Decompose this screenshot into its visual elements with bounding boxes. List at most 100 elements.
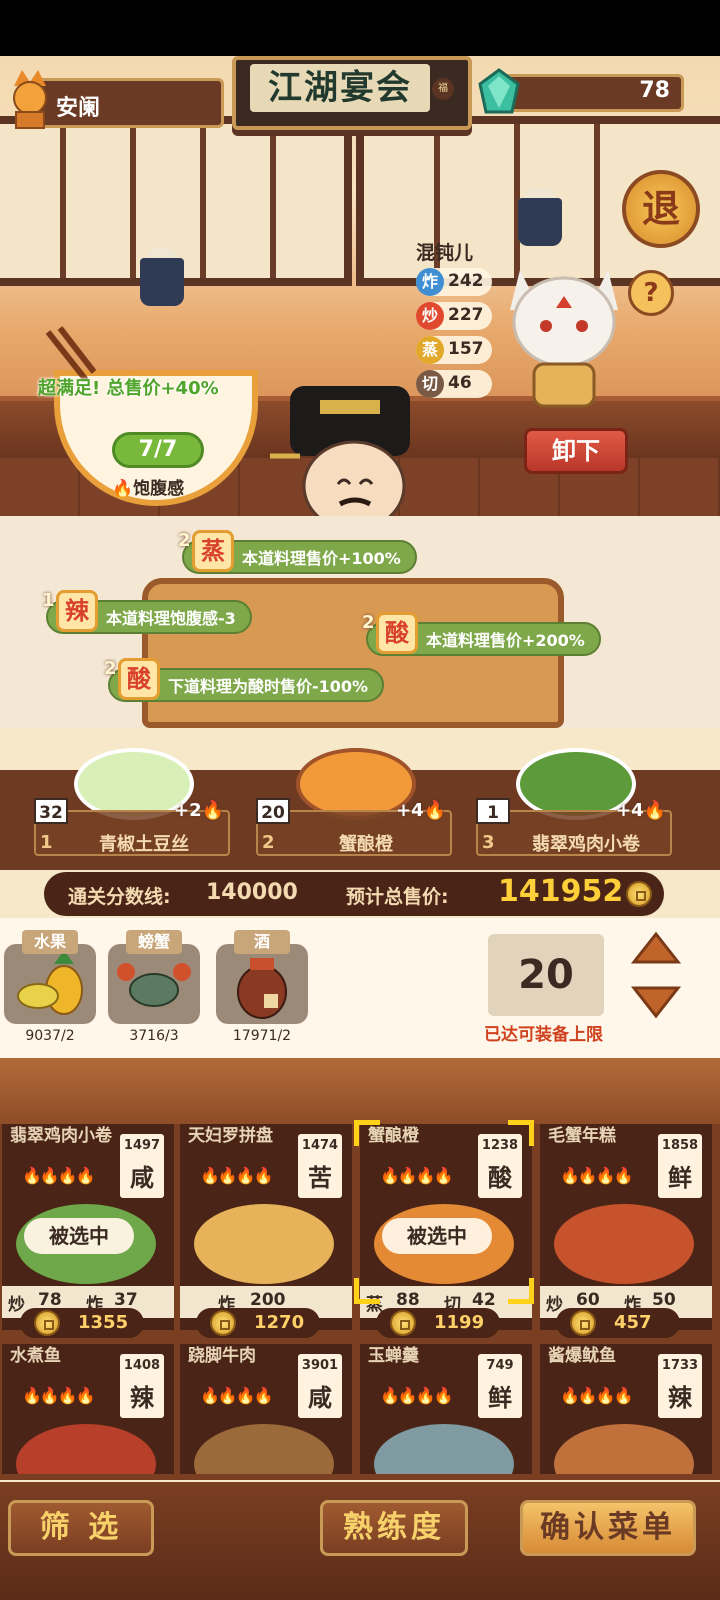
- lantern-left: [132, 236, 192, 306]
- help-button[interactable]: ?: [628, 270, 674, 316]
- dish-name: 跷脚牛肉: [188, 1346, 256, 1366]
- dish-name: 水煮鱼: [10, 1346, 61, 1366]
- buff-text: 本道料理饱腹感-3: [106, 609, 236, 628]
- slot-bonus-value: +2: [174, 800, 202, 821]
- ingredient-box: [108, 944, 200, 1024]
- menu-slot-3[interactable]: 1 3 翡翠鸡肉小卷 +4🔥: [476, 748, 672, 866]
- ingredient-box: [216, 944, 308, 1024]
- dish-card[interactable]: 翡翠鸡肉小卷 1497 咸 🔥🔥🔥🔥 被选中 炒 78 炸 37: [2, 1124, 174, 1330]
- dish-cost: 1355: [20, 1308, 144, 1338]
- ingredient-label: 酒: [234, 930, 290, 954]
- dish-taste: 酸: [488, 1164, 512, 1192]
- skill-value: 60: [576, 1290, 600, 1310]
- dish-price: 749: [486, 1358, 514, 1373]
- difficulty-flames-icon: 🔥🔥🔥🔥: [200, 1386, 274, 1405]
- buff-tag: 酸: [376, 612, 418, 654]
- page-title: 江湖宴会: [250, 64, 430, 112]
- difficulty-flames-icon: 🔥🔥🔥🔥: [560, 1166, 634, 1185]
- dish-cost-value: 1270: [254, 1312, 305, 1333]
- slot-bonus-value: +4: [616, 800, 644, 821]
- status-bar: [0, 0, 720, 56]
- dish-price: 3901: [301, 1358, 339, 1373]
- ingredient-count: 3716/3: [129, 1028, 179, 1044]
- stirfry-icon: 炒: [416, 302, 444, 330]
- gem-count: 78: [639, 78, 670, 103]
- steam-icon: 蒸: [416, 336, 444, 364]
- buff-count: 2: [362, 612, 375, 633]
- buff-text: 本道料理售价+200%: [426, 631, 585, 650]
- chef-stat-value: 227: [448, 305, 484, 325]
- coin-icon: [626, 881, 652, 907]
- threshold-value: 140000: [206, 880, 298, 905]
- dish-price: 1497: [123, 1138, 161, 1153]
- coin-icon: [390, 1310, 416, 1336]
- selected-badge: 被选中: [382, 1218, 492, 1254]
- difficulty-flames-icon: 🔥🔥🔥🔥: [22, 1386, 96, 1405]
- menu-slot-1[interactable]: 32 1 青椒土豆丝 +2🔥: [34, 748, 230, 866]
- fullness-label-text: 饱腹感: [133, 479, 185, 499]
- chef-stat-stirfry: 炒 227: [416, 302, 492, 330]
- dish-card[interactable]: 蟹酿橙 1238 酸 🔥🔥🔥🔥 被选中 蒸 88 切 42: [360, 1124, 532, 1330]
- skill-value: 88: [396, 1290, 420, 1310]
- slot-dish-name: 翡翠鸡肉小卷: [532, 834, 640, 855]
- dish-taste: 咸: [308, 1384, 332, 1412]
- dish-image: [16, 1424, 156, 1474]
- slot-index: 3: [482, 832, 495, 853]
- menu-slot-2[interactable]: 20 2 蟹酿橙 +4🔥: [256, 748, 452, 866]
- slot-dish-name: 蟹酿橙: [339, 834, 393, 855]
- slot-bonus: +4🔥: [396, 800, 446, 821]
- selected-badge: 被选中: [24, 1218, 134, 1254]
- equip-count: 20: [488, 934, 604, 1016]
- player-avatar-icon[interactable]: [4, 66, 56, 130]
- skill-value: 78: [38, 1290, 62, 1310]
- buff-text: 下道料理为酸时售价-100%: [168, 677, 369, 696]
- proficiency-button[interactable]: 熟练度: [320, 1500, 468, 1556]
- dish-card[interactable]: 酱爆鱿鱼 1733 辣 🔥🔥🔥🔥: [540, 1344, 712, 1474]
- slot-index: 1: [40, 832, 53, 853]
- flame-icon: 🔥: [201, 800, 225, 821]
- dish-card[interactable]: 毛蟹年糕 1858 鲜 🔥🔥🔥🔥 炒 60 炸 50: [540, 1124, 712, 1330]
- estimate-value: 141952: [498, 874, 624, 909]
- fullness-counter: 7/7: [112, 432, 204, 468]
- buff-tag: 酸: [118, 658, 160, 700]
- chef-character[interactable]: [500, 250, 628, 410]
- difficulty-flames-icon: 🔥🔥🔥🔥: [380, 1166, 454, 1185]
- dish-taste: 鲜: [488, 1384, 512, 1412]
- coin-icon: [570, 1310, 596, 1336]
- exit-button[interactable]: 退: [622, 170, 700, 254]
- difficulty-flames-icon: 🔥🔥🔥🔥: [22, 1166, 96, 1185]
- dish-card[interactable]: 天妇罗拼盘 1474 苦 🔥🔥🔥🔥 炸 200: [180, 1124, 352, 1330]
- arrow-down-icon[interactable]: [630, 982, 682, 1022]
- crab-icon: [117, 963, 191, 1007]
- chef-stat-value: 157: [448, 339, 484, 359]
- dish-price: 1408: [123, 1358, 161, 1373]
- skill-value: 200: [250, 1290, 286, 1310]
- dish-taste: 咸: [130, 1164, 154, 1192]
- dish-name: 玉蝉羹: [368, 1346, 419, 1366]
- ingredient-count: 9037/2: [25, 1028, 75, 1044]
- lantern-right: [510, 176, 570, 246]
- dish-card[interactable]: 跷脚牛肉 3901 咸 🔥🔥🔥🔥: [180, 1344, 352, 1474]
- difficulty-flames-icon: 🔥🔥🔥🔥: [200, 1166, 274, 1185]
- title-tag: 福: [432, 78, 454, 100]
- chef-stat-value: 46: [448, 373, 472, 393]
- flame-icon: 🔥: [112, 479, 134, 499]
- chef-name: 混钝儿: [416, 242, 474, 264]
- skill-value: 42: [472, 1290, 496, 1310]
- buff-bubble: 2 酸 本道料理售价+200%: [362, 612, 601, 656]
- skill-value: 50: [652, 1290, 676, 1310]
- dish-card[interactable]: 水煮鱼 1408 辣 🔥🔥🔥🔥: [2, 1344, 174, 1474]
- unload-button[interactable]: 卸下: [524, 428, 628, 474]
- exit-button-label: 退: [622, 170, 700, 248]
- fullness-label: 🔥饱腹感: [112, 474, 184, 499]
- arrow-up-icon[interactable]: [630, 928, 682, 968]
- dish-card[interactable]: 玉蝉羹 749 鲜 🔥🔥🔥🔥: [360, 1344, 532, 1474]
- confirm-menu-button[interactable]: 确认菜单: [520, 1500, 696, 1556]
- shelf-top: [0, 1058, 720, 1124]
- slot-index: 2: [262, 832, 275, 853]
- player-name: 安阑: [56, 96, 101, 121]
- difficulty-flames-icon: 🔥🔥🔥🔥: [560, 1386, 634, 1405]
- buff-tag: 蒸: [192, 530, 234, 572]
- filter-button[interactable]: 筛 选: [8, 1500, 154, 1556]
- dish-image: [554, 1424, 694, 1474]
